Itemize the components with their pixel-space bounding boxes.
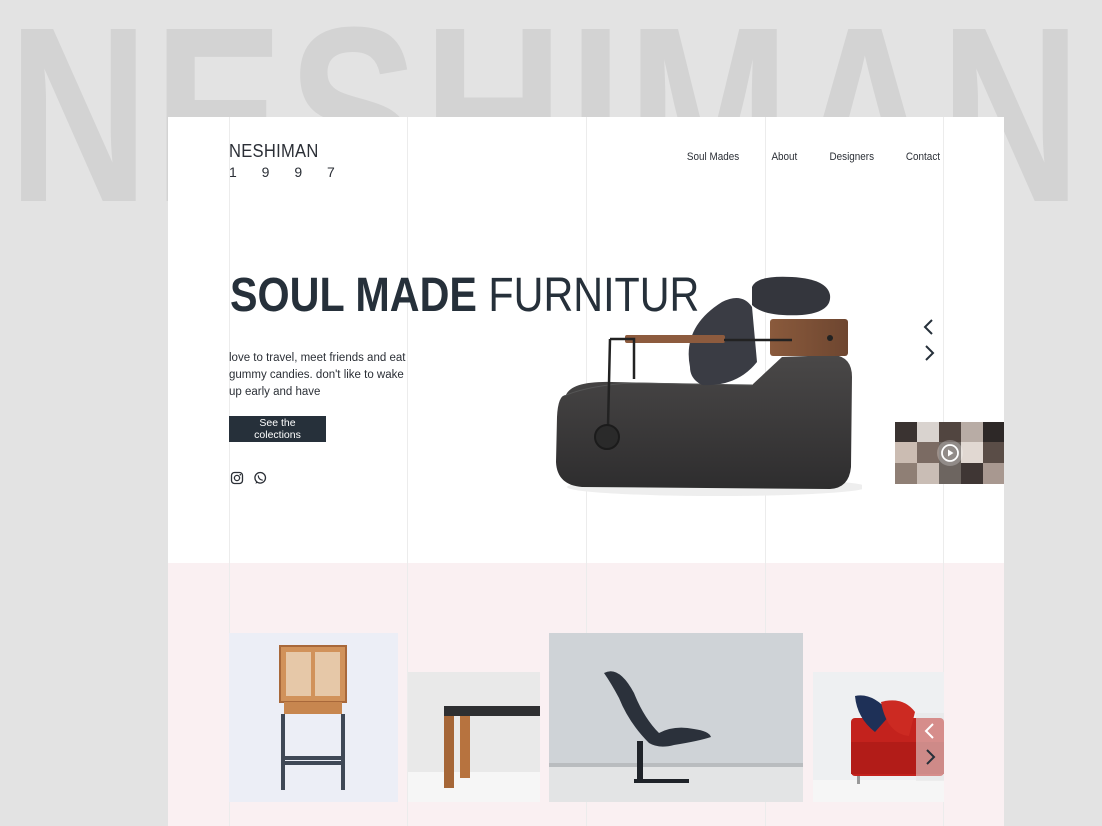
video-thumb: [983, 463, 1004, 484]
nav-soul-mades[interactable]: Soul Mades: [687, 151, 739, 163]
main-nav: Soul Mades About Designers Contact: [684, 151, 942, 163]
logo[interactable]: NESHIMAN 1 9 9 7: [229, 141, 345, 180]
gallery-lounge-chair-image[interactable]: [549, 633, 803, 802]
chevron-left-icon[interactable]: [919, 317, 939, 337]
hero-slider-controls: [919, 317, 939, 363]
video-preview[interactable]: [895, 422, 1004, 484]
video-thumb: [895, 422, 917, 442]
chevron-right-icon[interactable]: [919, 343, 939, 363]
nav-contact[interactable]: Contact: [906, 151, 940, 163]
hero-chaise-image: [552, 267, 867, 502]
video-thumb: [983, 422, 1004, 442]
gallery-table-image[interactable]: [408, 672, 540, 802]
chevron-right-icon[interactable]: [920, 747, 940, 767]
video-thumb: [961, 463, 983, 484]
whatsapp-icon[interactable]: [253, 471, 267, 485]
hero-title-bold: SOUL MADE: [230, 269, 477, 322]
gallery-slider-controls: [916, 713, 944, 781]
video-thumb: [983, 442, 1004, 463]
nav-designers[interactable]: Designers: [829, 151, 874, 163]
instagram-icon[interactable]: [230, 471, 244, 485]
play-icon[interactable]: [936, 439, 964, 467]
gallery-cabinet-image[interactable]: [229, 633, 398, 802]
video-thumb: [895, 463, 917, 484]
logo-year: 1 9 9 7: [229, 164, 346, 180]
video-thumb: [895, 442, 917, 463]
social-links: [230, 471, 267, 485]
video-thumb: [961, 442, 983, 463]
chevron-left-icon[interactable]: [920, 721, 940, 741]
video-thumb: [961, 422, 983, 442]
nav-about[interactable]: About: [771, 151, 797, 163]
landing-page: NESHIMAN 1 9 9 7 Soul Mades About Design…: [168, 117, 1004, 826]
see-collections-button[interactable]: See the colections: [229, 416, 326, 442]
hero-description: love to travel, meet friends and eat gum…: [229, 352, 406, 398]
logo-name: NESHIMAN: [229, 141, 319, 161]
